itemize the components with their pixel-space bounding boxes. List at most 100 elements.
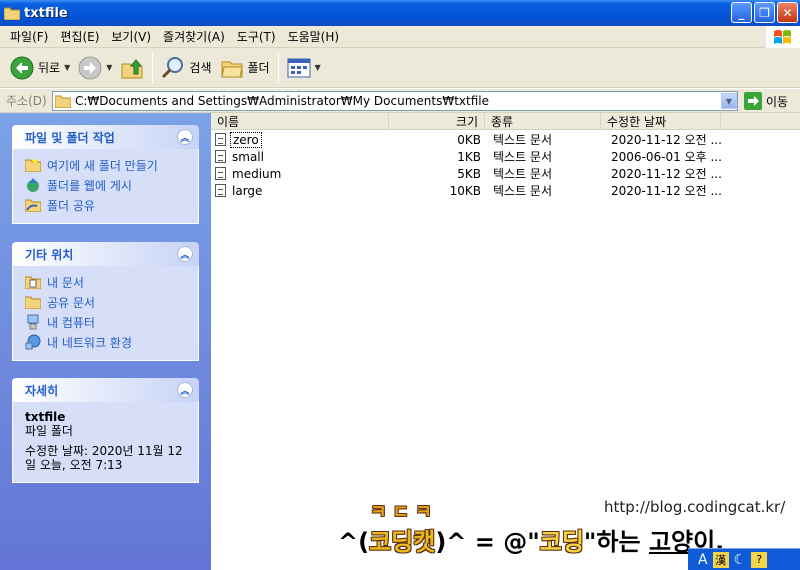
- title-bar[interactable]: txtfile _ ❐ ✕: [0, 0, 800, 26]
- back-label: 뒤로: [38, 61, 61, 75]
- search-button[interactable]: 검색: [157, 52, 215, 84]
- file-type: 텍스트 문서: [493, 184, 553, 198]
- my-documents-icon: [25, 274, 41, 290]
- collapse-icon[interactable]: ︽: [177, 129, 193, 145]
- ime-moon-icon[interactable]: ☾: [734, 552, 747, 568]
- menu-file[interactable]: 파일(F): [4, 28, 54, 45]
- forward-arrow-icon: [78, 56, 102, 79]
- menu-help[interactable]: 도움말(H): [282, 28, 346, 45]
- search-icon: [162, 56, 184, 78]
- ime-language-bar[interactable]: A 漢 ☾ ?: [688, 548, 800, 570]
- file-date: 2020-11-12 오전 ...: [611, 133, 721, 147]
- back-dropdown-icon[interactable]: ▼: [64, 63, 70, 72]
- table-row[interactable]: small 1KB 텍스트 문서 2006-06-01 오후 ...: [211, 148, 721, 165]
- file-type: 텍스트 문서: [493, 133, 553, 147]
- text-file-icon: [215, 184, 226, 197]
- column-header-size[interactable]: 크기: [389, 113, 485, 130]
- watermark-url: http://blog.codingcat.kr/: [604, 498, 786, 516]
- place-my-network[interactable]: 내 네트워크 환경: [25, 332, 188, 352]
- text-file-icon: [215, 133, 226, 146]
- watermark-part: )^ = @": [435, 528, 540, 556]
- details-panel: 자세히 ︽ txtfile 파일 폴더 수정한 날짜: 2020년 11월 12…: [12, 378, 199, 483]
- collapse-icon[interactable]: ︽: [177, 246, 193, 262]
- table-row[interactable]: large 10KB 텍스트 문서 2020-11-12 오전 ...: [211, 182, 721, 199]
- watermark-part: ^(: [338, 528, 370, 556]
- task-share-folder[interactable]: 폴더 공유: [25, 195, 188, 215]
- file-folder-tasks-panel: 파일 및 폴더 작업 ︽ 여기에 새 폴더 만들기 폴더를 웹에 게시 폴더 공…: [12, 125, 199, 224]
- file-name: large: [232, 183, 263, 198]
- address-dropdown-button[interactable]: ▼: [721, 93, 737, 109]
- task-publish-web[interactable]: 폴더를 웹에 게시: [25, 175, 188, 195]
- folders-label: 폴더: [247, 61, 270, 75]
- windows-logo-icon: [766, 26, 800, 48]
- menu-favorites[interactable]: 즐겨찾기(A): [157, 28, 231, 45]
- detail-folder-type: 파일 폴더: [25, 424, 73, 438]
- column-header-row: 이름 크기 종류 수정한 날짜: [211, 113, 800, 130]
- watermark-part: 코딩: [539, 528, 584, 556]
- task-label: 폴더를 웹에 게시: [47, 178, 132, 193]
- back-arrow-icon: [10, 56, 34, 79]
- views-dropdown-icon[interactable]: ▼: [315, 63, 321, 72]
- detail-modified: 수정한 날짜: 2020년 11월 12: [25, 444, 183, 458]
- task-label: 여기에 새 폴더 만들기: [47, 158, 158, 173]
- ime-help-icon[interactable]: ?: [751, 551, 768, 568]
- place-label: 내 문서: [47, 275, 84, 290]
- place-shared-documents[interactable]: 공유 문서: [25, 292, 188, 312]
- place-my-documents[interactable]: 내 문서: [25, 272, 188, 292]
- toolbar: 뒤로 ▼ ▼ 검색 폴더 ▼: [0, 48, 800, 88]
- ime-hanja[interactable]: 漢: [712, 551, 729, 568]
- maximize-button[interactable]: ❐: [754, 2, 775, 23]
- panel-header[interactable]: 기타 위치 ︽: [12, 242, 199, 266]
- watermark-part: 코딩캣: [369, 528, 436, 556]
- my-network-icon: [25, 334, 41, 350]
- collapse-icon[interactable]: ︽: [177, 382, 193, 398]
- panel-title: 기타 위치: [25, 247, 74, 262]
- task-pane: 파일 및 폴더 작업 ︽ 여기에 새 폴더 만들기 폴더를 웹에 게시 폴더 공…: [0, 113, 211, 570]
- address-bar: 주소(D) C:₩Documents and Settings₩Administ…: [0, 89, 800, 113]
- panel-title: 자세히: [25, 383, 59, 398]
- table-row[interactable]: medium 5KB 텍스트 문서 2020-11-12 오전 ...: [211, 165, 721, 182]
- text-file-icon: [215, 150, 226, 163]
- address-label: 주소(D): [6, 94, 47, 108]
- minimize-button[interactable]: _: [731, 2, 752, 23]
- menu-tools[interactable]: 도구(T): [231, 28, 282, 45]
- file-date: 2020-11-12 오전 ...: [611, 184, 721, 198]
- menu-view[interactable]: 보기(V): [105, 28, 157, 45]
- watermark-top-text: ㅋㄷㅋ: [370, 502, 438, 523]
- place-label: 내 네트워크 환경: [47, 335, 132, 350]
- task-new-folder[interactable]: 여기에 새 폴더 만들기: [25, 155, 188, 175]
- file-size: 0KB: [457, 132, 481, 147]
- views-button[interactable]: ▼: [283, 52, 325, 84]
- my-computer-icon: [25, 314, 41, 330]
- new-folder-icon: [25, 157, 41, 173]
- go-button[interactable]: 이동: [744, 92, 788, 110]
- up-folder-button[interactable]: [116, 52, 148, 84]
- file-name: medium: [232, 166, 282, 181]
- watermark-part: "하는: [583, 528, 649, 556]
- place-my-computer[interactable]: 내 컴퓨터: [25, 312, 188, 332]
- toolbar-separator: [152, 52, 154, 83]
- file-date: 2006-06-01 오후 ...: [611, 150, 721, 164]
- go-arrow-icon: [744, 92, 762, 110]
- menu-bar: 파일(F) 편집(E) 보기(V) 즐겨찾기(A) 도구(T) 도움말(H): [0, 26, 800, 48]
- place-label: 공유 문서: [47, 295, 95, 310]
- column-header-name[interactable]: 이름: [211, 113, 389, 130]
- ime-lang[interactable]: A: [698, 552, 708, 568]
- panel-header[interactable]: 자세히 ︽: [12, 378, 199, 402]
- panel-header[interactable]: 파일 및 폴더 작업 ︽: [12, 125, 199, 149]
- column-header-type[interactable]: 종류: [485, 113, 601, 130]
- address-field[interactable]: C:₩Documents and Settings₩Administrator₩…: [52, 91, 738, 111]
- text-file-icon: [215, 167, 226, 180]
- folders-button[interactable]: 폴더: [216, 52, 274, 84]
- search-label: 검색: [189, 61, 212, 75]
- forward-button[interactable]: ▼: [74, 52, 116, 84]
- file-name: small: [232, 149, 264, 164]
- share-folder-icon: [25, 197, 41, 213]
- task-label: 폴더 공유: [47, 198, 95, 213]
- forward-dropdown-icon[interactable]: ▼: [106, 63, 112, 72]
- menu-edit[interactable]: 편집(E): [54, 28, 105, 45]
- back-button[interactable]: 뒤로 ▼: [6, 52, 74, 84]
- close-button[interactable]: ✕: [777, 2, 798, 23]
- column-header-date[interactable]: 수정한 날짜: [601, 113, 721, 130]
- table-row[interactable]: zero 0KB 텍스트 문서 2020-11-12 오전 ...: [211, 131, 721, 148]
